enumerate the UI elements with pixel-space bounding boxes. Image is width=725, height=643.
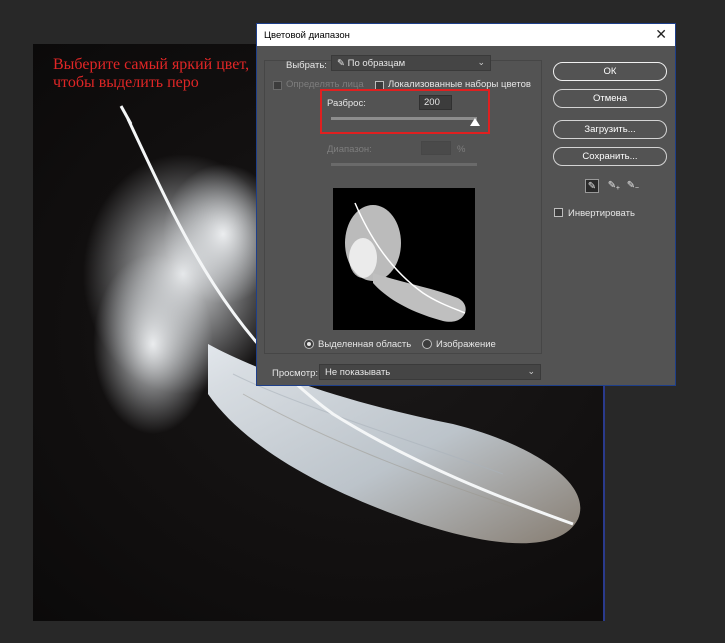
close-icon[interactable]: ✕ [655,26,667,43]
dialog-titlebar[interactable]: Цветовой диапазон ✕ [257,24,675,46]
color-range-dialog: Цветовой диапазон ✕ Выбрать: ✎ По образц… [256,23,676,386]
eyedropper-minus-icon[interactable]: ✎ − [624,179,639,193]
range-slider-track [331,163,477,166]
chevron-down-icon: ⌄ [477,57,485,67]
invert-checkbox[interactable] [554,208,563,217]
range-unit: % [457,144,466,155]
radio-selection-label: Выделенная область [318,339,412,350]
select-label: Выбрать: [286,60,327,71]
select-enable-checkbox [269,63,278,72]
chevron-down-icon: ⌄ [527,366,535,376]
annotation-line-1: Выберите самый яркий цвет, [53,56,250,73]
annotation-text: Выберите самый яркий цвет, чтобы выделит… [53,56,249,92]
selection-preview [333,188,475,330]
preview-feather-mask [345,202,466,322]
detect-faces-checkbox [273,81,282,90]
eyedropper-plus-icon[interactable]: ✎ + [605,179,620,193]
selection-preview-dropdown[interactable]: Не показывать ⌄ [319,364,541,380]
save-button[interactable]: Сохранить... [553,147,667,166]
eyedropper-icon: ✎ [337,58,348,69]
range-input [421,141,451,155]
range-label: Диапазон: [327,144,372,155]
fuzziness-highlight-box [320,89,490,134]
eyedropper-icon[interactable]: ✎ [585,179,599,193]
selection-preview-label: Просмотр: [272,368,319,379]
ok-button[interactable]: ОК [553,62,667,81]
dialog-title: Цветовой диапазон [264,30,350,41]
radio-selection[interactable] [304,339,314,349]
select-dropdown[interactable]: ✎ По образцам ⌄ [331,55,491,71]
radio-image[interactable] [422,339,432,349]
cancel-button[interactable]: Отмена [553,89,667,108]
radio-image-label: Изображение [436,339,496,350]
select-value: По образцам [347,58,406,69]
invert-label: Инвертировать [568,208,635,219]
annotation-line-2: чтобы выделить перо [53,74,199,91]
load-button[interactable]: Загрузить... [553,120,667,139]
selection-preview-value: Не показывать [325,367,391,378]
